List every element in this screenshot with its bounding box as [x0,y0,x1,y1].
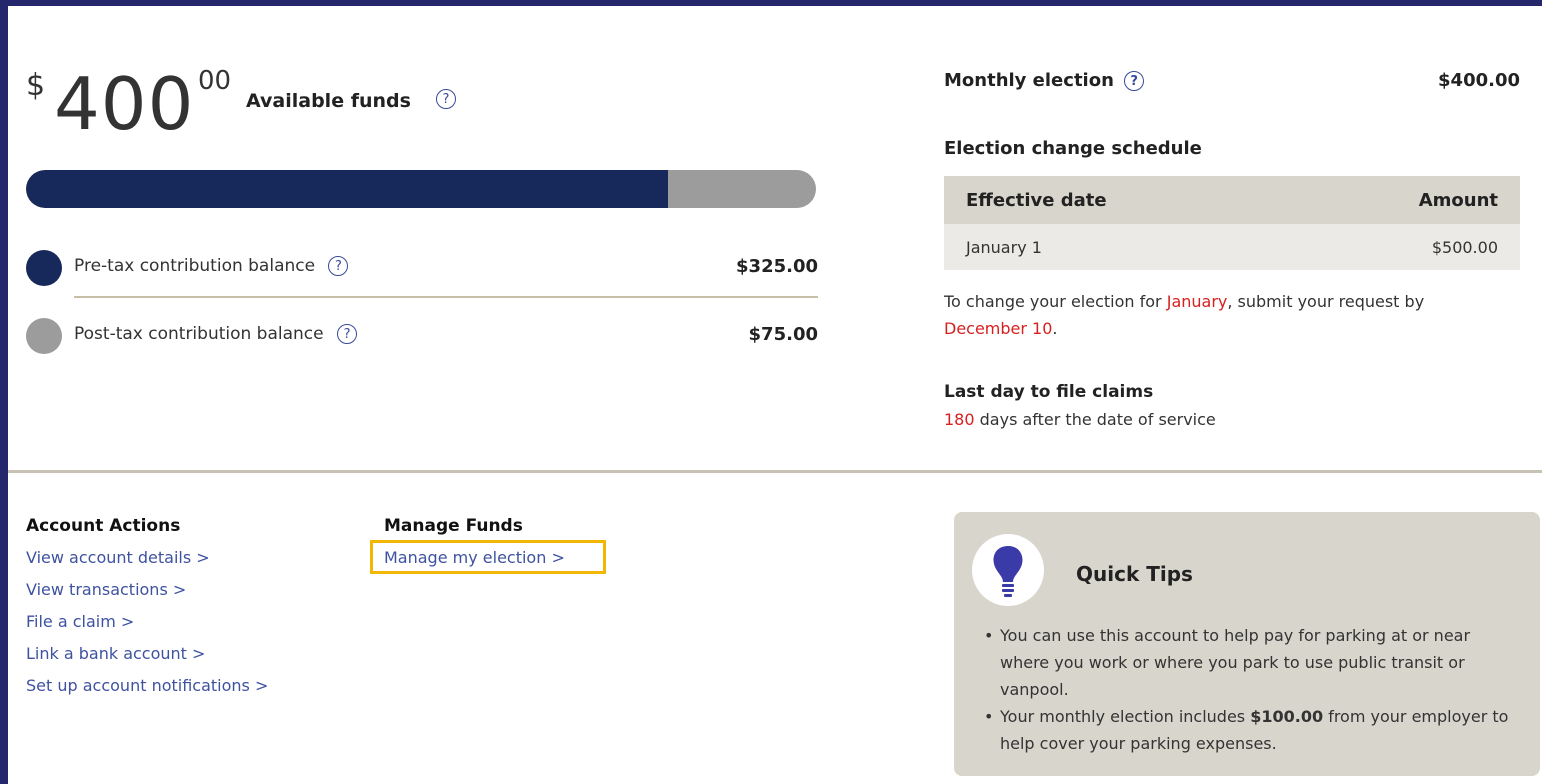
quick-tips-panel: Quick Tips • You can use this account to … [954,512,1540,776]
posttax-value: $75.00 [748,324,818,345]
monthly-election-help-icon[interactable]: ? [1124,71,1145,91]
employer-amount: $100.00 [1250,707,1324,726]
posttax-dot [26,318,62,354]
account-actions-title: Account Actions [26,516,181,536]
main-panel: $ 400 00 Available funds ? Pre-tax contr… [8,6,1542,784]
posttax-help-icon[interactable]: ? [337,324,358,344]
pretax-bar-fill [26,170,668,208]
section-divider [8,470,1542,473]
legend-divider [74,296,818,298]
view-account-details-link[interactable]: View account details > [26,548,210,567]
balance-whole: 400 [54,62,195,146]
list-item: • You can use this account to help pay fo… [984,626,1471,699]
link-bank-account-link[interactable]: Link a bank account > [26,644,205,663]
account-notifications-link[interactable]: Set up account notifications > [26,676,268,695]
amount-cell: $500.00 [1289,224,1520,270]
currency-symbol: $ [26,68,46,103]
list-item: • Your monthly election includes $100.00 … [984,707,1509,753]
balance-progress-bar [26,170,816,208]
balance-cents: 00 [198,66,232,96]
table-row: January 1 $500.00 [944,224,1520,270]
quick-tips-title: Quick Tips [1076,562,1193,586]
table-header-row: Effective date Amount [944,176,1520,224]
schedule-title: Election change schedule [944,138,1202,159]
election-schedule-table: Effective date Amount January 1 $500.00 [944,176,1520,270]
posttax-balance-row: Post-tax contribution balance ? $75.00 [26,316,818,356]
manage-funds-title: Manage Funds [384,516,523,536]
monthly-election-label: Monthly election ? [944,70,1145,91]
last-day-text: 180 days after the date of service [944,410,1216,429]
pretax-label: Pre-tax contribution balance ? [74,256,349,276]
note-deadline: December 10 [944,319,1053,338]
available-funds-label: Available funds [246,90,411,112]
lightbulb-icon [972,534,1044,606]
election-change-note: To change your election for January, sub… [944,292,1425,338]
last-day-title: Last day to file claims [944,382,1154,402]
lightbulb-icon-graphic [993,546,1023,597]
pretax-value: $325.00 [736,256,818,277]
note-month: January [1166,292,1228,311]
monthly-election-value: $400.00 [1438,70,1520,91]
pretax-dot [26,250,62,286]
file-claim-link[interactable]: File a claim > [26,612,134,631]
pretax-balance-row: Pre-tax contribution balance ? $325.00 [26,248,818,288]
pretax-help-icon[interactable]: ? [328,256,349,276]
manage-election-link[interactable]: Manage my election > [384,548,565,567]
quick-tips-list: • You can use this account to help pay fo… [984,622,1514,757]
effective-date-header: Effective date [944,176,1290,224]
effective-date-cell: January 1 [944,224,1290,270]
amount-header: Amount [1289,176,1520,224]
posttax-label: Post-tax contribution balance ? [74,324,358,344]
available-funds-help-icon[interactable]: ? [436,89,456,109]
view-transactions-link[interactable]: View transactions > [26,580,186,599]
claim-days: 180 [944,410,975,429]
